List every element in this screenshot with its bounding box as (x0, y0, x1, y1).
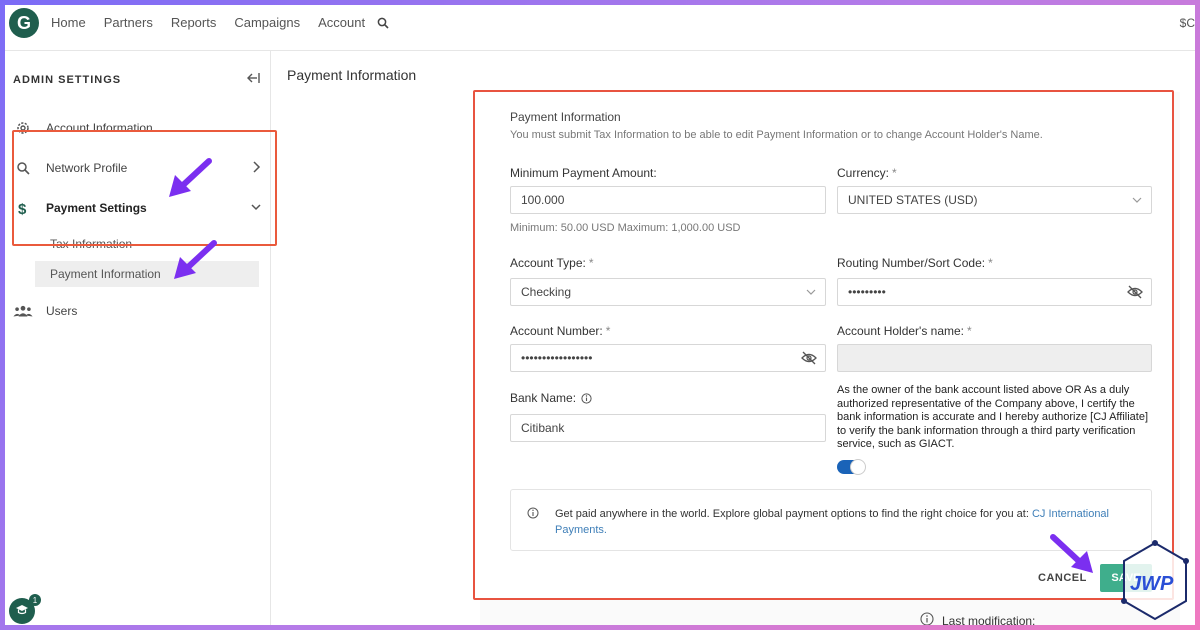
badge-count: 1 (29, 594, 41, 606)
chevron-down-icon (805, 285, 817, 302)
nav-links: Home Partners Reports Campaigns Account (51, 15, 383, 30)
sidebar-subitem-payment-information[interactable]: Payment Information (35, 261, 259, 287)
info-text-body: Get paid anywhere in the world. Explore … (555, 508, 1032, 520)
routing-value: ••••••••• (848, 285, 886, 299)
holder-label-text: Account Holder's name: (837, 324, 965, 338)
min-payment-label-text: Minimum Payment Amount: (510, 166, 657, 180)
holder-input (837, 344, 1152, 372)
toggle-knob (850, 459, 866, 475)
consent-text: As the owner of the bank account listed … (837, 384, 1149, 450)
sidebar-highlight-box (12, 130, 277, 246)
account-type-select[interactable]: Checking (510, 278, 826, 306)
card-note: You must submit Tax Information to be ab… (510, 129, 1043, 141)
required-mark: * (967, 324, 972, 338)
info-icon (527, 506, 539, 524)
sidebar-item-users[interactable]: Users (13, 298, 263, 324)
users-icon (13, 304, 33, 318)
nav-link-account[interactable]: Account (318, 15, 365, 30)
account-type-label-text: Account Type: (510, 256, 586, 270)
nav-link-home[interactable]: Home (51, 15, 86, 30)
help-badge[interactable]: 1 (9, 594, 41, 624)
arrow-icon (1050, 534, 1093, 573)
info-text: Get paid anywhere in the world. Explore … (555, 506, 1115, 538)
bank-name-input[interactable]: Citibank (510, 414, 826, 442)
nav-link-partners[interactable]: Partners (104, 15, 153, 30)
last-modification-label: Last modification: (942, 613, 1036, 626)
watermark-text: JWP (1130, 573, 1174, 595)
nav-search-icon[interactable] (377, 16, 389, 34)
arrow-icon (169, 158, 212, 197)
routing-label: Routing Number/Sort Code: * (837, 256, 993, 270)
account-number-label-text: Account Number: (510, 324, 603, 338)
logo-glyph: G (16, 12, 31, 33)
currency-label: Currency: * (837, 166, 897, 180)
info-icon (920, 612, 934, 625)
currency-label-text: Currency: (837, 166, 890, 180)
sidebar-title: ADMIN SETTINGS (13, 74, 122, 86)
min-payment-hint: Minimum: 50.00 USD Maximum: 1,000.00 USD (510, 222, 741, 234)
payment-information-card: Payment Information You must submit Tax … (473, 90, 1174, 600)
bank-name-label: Bank Name: (510, 391, 592, 405)
holder-label: Account Holder's name: * (837, 324, 972, 338)
bank-name-label-text: Bank Name: (510, 391, 577, 405)
min-payment-input[interactable]: 100.000 (510, 186, 826, 214)
account-number-input[interactable]: ••••••••••••••••• (510, 344, 826, 372)
card-heading: Payment Information (510, 110, 621, 124)
arrow-icon (174, 240, 217, 279)
min-payment-value: 100.000 (521, 193, 565, 207)
info-icon[interactable] (581, 392, 592, 404)
required-mark: * (588, 256, 594, 270)
watermark-logo: JWP (1121, 540, 1189, 621)
account-type-label: Account Type: * (510, 256, 594, 270)
collapse-sidebar-icon[interactable] (246, 71, 260, 90)
brand-logo[interactable]: G (9, 8, 39, 38)
routing-label-text: Routing Number/Sort Code: (837, 256, 986, 270)
required-mark: * (892, 166, 897, 180)
app-window: G Home Partners Reports Campaigns Accoun… (5, 5, 1195, 625)
nav-right-text[interactable]: $C (1180, 16, 1195, 30)
nav-link-campaigns[interactable]: Campaigns (234, 15, 300, 30)
routing-input[interactable]: ••••••••• (837, 278, 1152, 306)
last-modification: Last modification: (920, 612, 1035, 625)
top-nav: G Home Partners Reports Campaigns Accoun… (5, 5, 1195, 51)
currency-select[interactable]: UNITED STATES (USD) (837, 186, 1152, 214)
chevron-down-icon (1131, 193, 1143, 210)
nav-link-reports[interactable]: Reports (171, 15, 217, 30)
min-payment-label: Minimum Payment Amount: (510, 166, 657, 180)
required-mark: * (988, 256, 993, 270)
account-number-value: ••••••••••••••••• (521, 351, 593, 365)
eye-off-icon[interactable] (1127, 285, 1143, 302)
currency-value: UNITED STATES (USD) (848, 193, 978, 207)
required-mark: * (605, 324, 611, 338)
account-number-label: Account Number: * (510, 324, 610, 338)
graduation-cap-icon (15, 604, 29, 619)
consent-toggle[interactable] (837, 459, 866, 475)
sidebar-item-label: Users (46, 304, 78, 318)
account-type-value: Checking (521, 285, 572, 299)
page-title: Payment Information (287, 67, 417, 83)
eye-off-icon[interactable] (801, 351, 817, 368)
bank-name-value: Citibank (521, 421, 565, 435)
